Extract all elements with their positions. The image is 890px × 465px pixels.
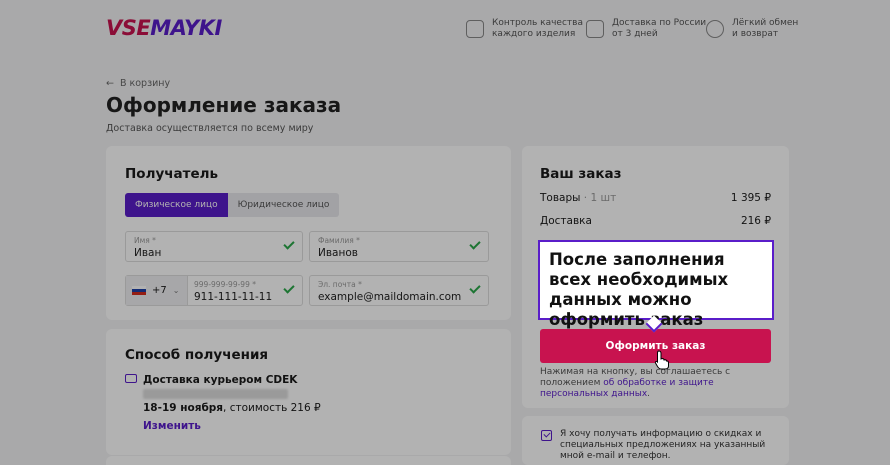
page-overlay <box>0 0 890 465</box>
tooltip-callout: После заполнения всех необходимых данных… <box>538 240 774 329</box>
hand-cursor-icon <box>654 350 669 370</box>
